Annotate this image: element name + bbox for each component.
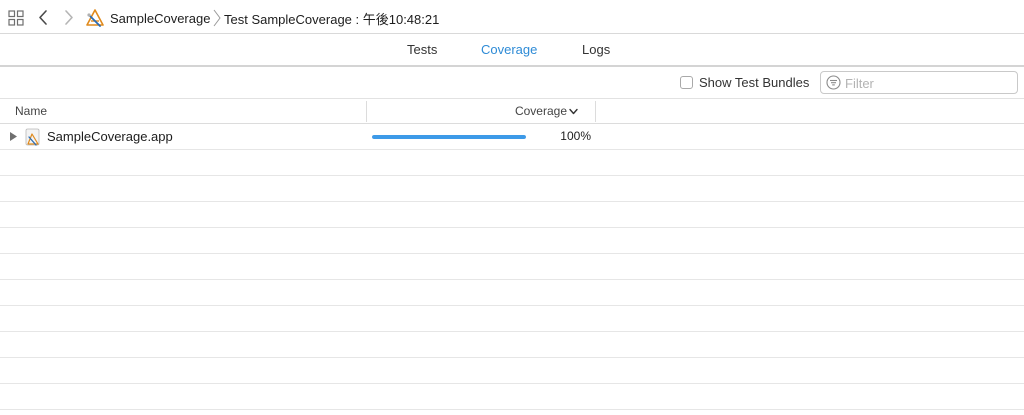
table-row: [0, 280, 1024, 306]
table-row: [0, 384, 1024, 410]
coverage-table: SampleCoverage.app 100%: [0, 124, 1024, 410]
breadcrumb-separator-icon: [213, 9, 221, 27]
breadcrumb-project-label: SampleCoverage: [110, 10, 211, 26]
column-header-coverage[interactable]: Coverage: [515, 104, 578, 118]
table-row[interactable]: SampleCoverage.app 100%: [0, 124, 1024, 150]
sort-descending-chevron-icon: [569, 108, 578, 114]
coverage-table-header: Name Coverage: [0, 99, 1024, 124]
back-chevron-icon[interactable]: [36, 9, 50, 26]
forward-chevron-icon[interactable]: [62, 9, 76, 26]
tab-logs[interactable]: Logs: [582, 42, 610, 57]
report-tab-bar: Tests Coverage Logs: [0, 34, 1024, 67]
column-header-coverage-label: Coverage: [514, 104, 567, 118]
coverage-progress-fill: [372, 135, 526, 139]
filter-bar: Show Test Bundles: [0, 67, 1024, 99]
disclosure-triangle-icon[interactable]: [10, 132, 17, 141]
table-row: [0, 332, 1024, 358]
filter-field[interactable]: [820, 71, 1018, 94]
row-name: SampleCoverage.app: [47, 129, 173, 144]
show-test-bundles-checkbox[interactable]: [680, 76, 693, 89]
table-row: [0, 176, 1024, 202]
table-row: [0, 254, 1024, 280]
filter-input[interactable]: [845, 74, 1013, 92]
column-header-name[interactable]: Name: [15, 104, 47, 118]
tab-tests[interactable]: Tests: [407, 42, 437, 57]
tab-coverage[interactable]: Coverage: [481, 42, 537, 57]
coverage-percent: 100%: [560, 129, 591, 143]
column-divider[interactable]: [595, 101, 596, 122]
table-row: [0, 202, 1024, 228]
show-test-bundles-label[interactable]: Show Test Bundles: [699, 75, 809, 90]
app-bundle-icon: [25, 128, 40, 146]
coverage-progress-bar: [372, 135, 526, 139]
table-row: [0, 150, 1024, 176]
table-row: [0, 358, 1024, 384]
column-divider[interactable]: [366, 101, 367, 122]
jump-bar: SampleCoverage Test SampleCoverage : 午後1…: [0, 0, 1024, 34]
table-row: [0, 306, 1024, 332]
filter-icon: [826, 75, 841, 90]
related-items-grid-icon[interactable]: [8, 10, 24, 26]
breadcrumb-project[interactable]: SampleCoverage: [86, 9, 210, 27]
breadcrumb-test-run-label: Test SampleCoverage : 午後10:48:21: [224, 11, 440, 27]
breadcrumb-test-run[interactable]: Test SampleCoverage : 午後10:48:21: [224, 9, 439, 27]
table-row: [0, 228, 1024, 254]
xcode-project-icon: [86, 9, 104, 27]
